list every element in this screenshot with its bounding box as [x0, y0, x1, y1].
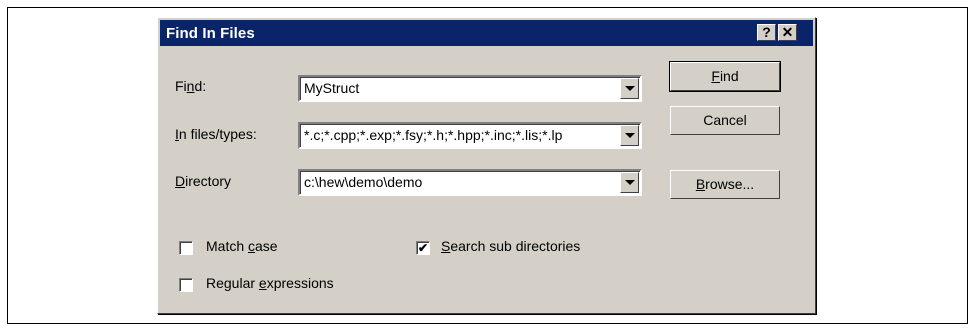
cancel-button[interactable]: Cancel: [670, 106, 780, 135]
chevron-down-icon: [625, 86, 635, 91]
find-input[interactable]: MyStruct: [304, 80, 616, 96]
search-subdirs-label: Search sub directories: [441, 238, 581, 254]
directory-label: Directory: [175, 173, 232, 189]
types-combo[interactable]: *.c;*.cpp;*.exp;*.fsy;*.h;*.hpp;*.inc;*.…: [298, 122, 642, 149]
search-subdirs-checkbox[interactable]: ✔: [416, 241, 430, 255]
match-case-checkbox[interactable]: [179, 241, 193, 255]
directory-combo[interactable]: c:\hew\demo\demo: [298, 169, 642, 196]
regex-label: Regular expressions: [206, 275, 334, 291]
directory-dropdown-button[interactable]: [620, 172, 639, 193]
types-dropdown-button[interactable]: [620, 125, 639, 146]
find-combo[interactable]: MyStruct: [298, 75, 642, 102]
find-label: Find:: [175, 78, 207, 94]
dialog-title: Find In Files: [166, 25, 255, 42]
types-label: In files/types:: [175, 126, 257, 142]
find-in-files-dialog: Find In Files ? ✕ Find: MyStruct In file…: [157, 17, 816, 314]
regex-checkbox[interactable]: [179, 278, 193, 292]
checkmark-icon: ✔: [417, 241, 429, 255]
help-button[interactable]: ?: [757, 24, 776, 41]
chevron-down-icon: [625, 133, 635, 138]
chevron-down-icon: [625, 180, 635, 185]
match-case-label: Match case: [206, 238, 278, 254]
find-dropdown-button[interactable]: [620, 78, 639, 99]
title-bar: Find In Files ? ✕: [160, 20, 813, 46]
find-button[interactable]: Find: [669, 61, 781, 92]
browse-button[interactable]: Browse...: [670, 170, 780, 199]
directory-input[interactable]: c:\hew\demo\demo: [304, 174, 616, 190]
types-input[interactable]: *.c;*.cpp;*.exp;*.fsy;*.h;*.hpp;*.inc;*.…: [304, 127, 616, 143]
close-button[interactable]: ✕: [778, 24, 797, 41]
